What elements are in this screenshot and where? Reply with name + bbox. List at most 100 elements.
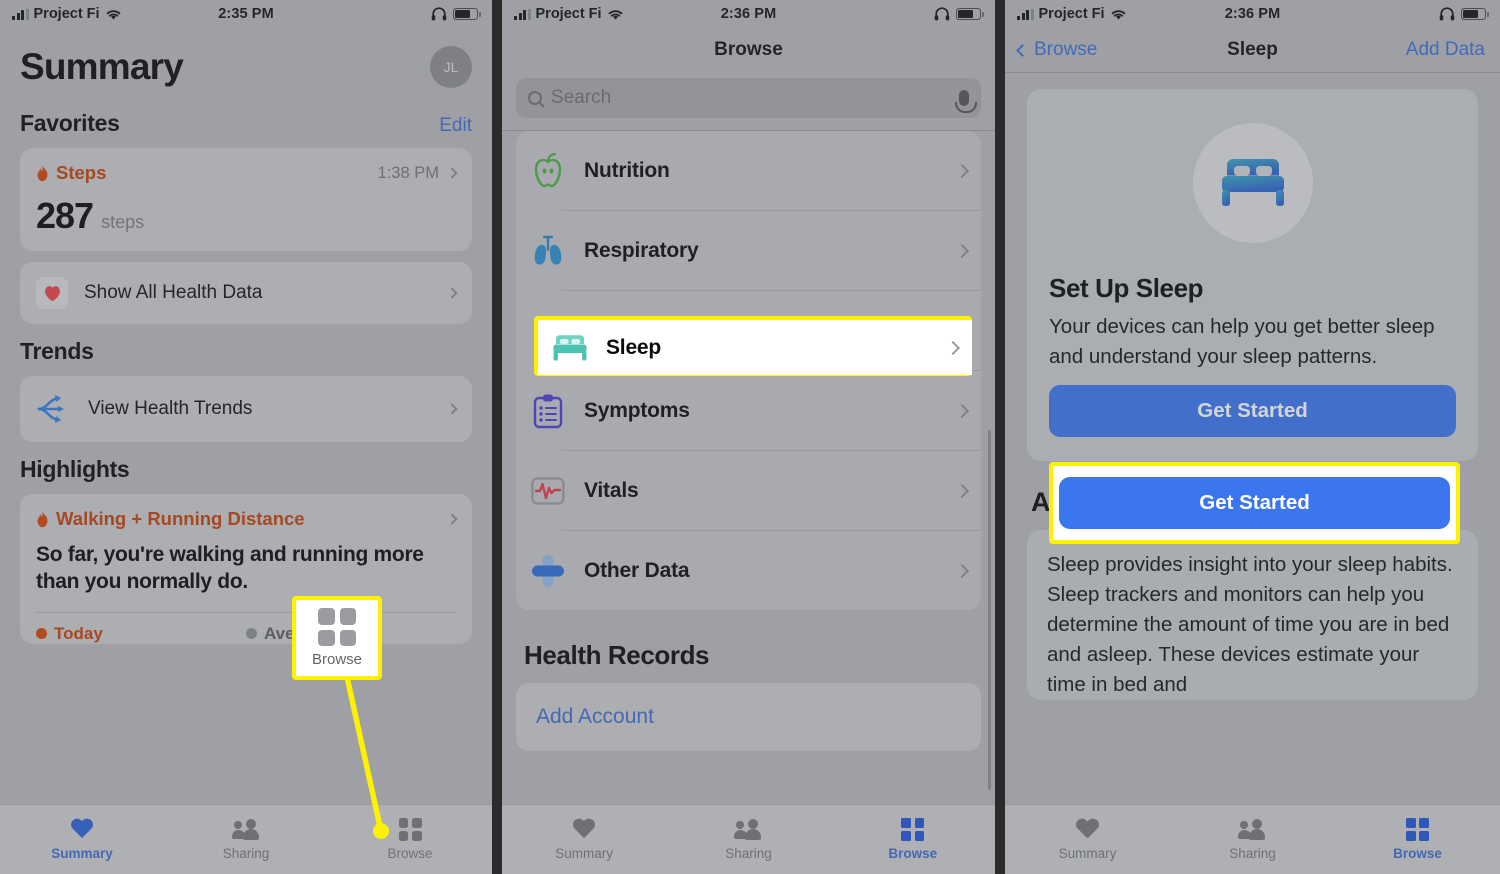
show-all-health-data-row[interactable]: Show All Health Data	[20, 262, 472, 324]
flame-icon	[37, 165, 48, 181]
heart-rate-monitor-icon	[531, 476, 565, 505]
list-item-other-data[interactable]: Other Data	[516, 531, 981, 610]
search-input[interactable]: Search	[516, 78, 981, 118]
apple-icon	[530, 152, 566, 189]
view-health-trends-label: View Health Trends	[88, 398, 253, 419]
tab-browse[interactable]: Browse	[1335, 818, 1500, 861]
highlights-title: Highlights	[20, 456, 130, 482]
trends-title: Trends	[20, 338, 94, 364]
set-up-sleep-heading: Set Up Sleep	[1049, 273, 1204, 303]
tab-sharing-label: Sharing	[222, 845, 270, 861]
people-icon	[1238, 818, 1266, 841]
tab-summary[interactable]: Summary	[0, 819, 164, 861]
people-icon	[733, 818, 762, 841]
headphones-icon	[431, 7, 447, 21]
clipboard-icon	[533, 394, 563, 428]
status-right	[431, 7, 481, 21]
nav-bar: Browse Sleep Add Data	[1005, 28, 1500, 72]
highlight-card[interactable]: Walking + Running Distance So far, you'r…	[20, 494, 472, 644]
chevron-right-icon	[954, 403, 970, 418]
tab-browse-label: Browse	[387, 846, 433, 861]
chevron-right-icon	[954, 243, 970, 258]
list-item-respiratory[interactable]: Respiratory	[516, 211, 981, 290]
tab-browse-label: Browse	[1393, 846, 1442, 861]
list-item-vitals[interactable]: Vitals	[516, 451, 981, 530]
sleep-hero-icon	[1192, 123, 1313, 243]
tab-summary-label: Summary	[555, 845, 614, 861]
lungs-icon	[534, 235, 562, 265]
highlighted-get-started-button[interactable]: Get Started	[1059, 477, 1450, 529]
chevron-right-icon	[954, 563, 970, 578]
tab-browse-label: Browse	[888, 846, 938, 861]
tab-sharing-label: Sharing	[725, 845, 772, 861]
highlight-legend: Today Average	[36, 613, 456, 644]
heart-icon	[572, 819, 596, 841]
legend-today: Today	[36, 624, 246, 644]
avatar[interactable]: JL	[430, 46, 472, 88]
highlighted-sleep-row[interactable]: Sleep	[538, 320, 972, 375]
back-button[interactable]: Browse	[1016, 39, 1097, 61]
list-item-symptoms[interactable]: Symptoms	[516, 371, 981, 450]
highlight-card-meta	[446, 513, 458, 525]
get-started-button[interactable]: Get Started	[1049, 385, 1456, 438]
chevron-right-icon	[446, 513, 458, 525]
tab-summary-label: Summary	[1058, 845, 1117, 861]
steps-value: 287	[36, 195, 94, 236]
panel-sleep: Project Fi 2:36 PM Browse Sleep Add Data…	[1005, 0, 1500, 874]
set-up-sleep-body: Your devices can help you get better sle…	[1049, 315, 1435, 368]
bed-icon	[552, 330, 588, 366]
people-icon	[231, 818, 260, 841]
microphone-icon[interactable]	[955, 90, 977, 113]
favorites-header: Favorites Edit	[20, 110, 472, 137]
view-health-trends-row[interactable]: View Health Trends	[20, 376, 472, 442]
steps-timestamp: 1:38 PM	[377, 163, 439, 182]
tab-browse[interactable]: Browse	[831, 818, 995, 861]
tab-summary[interactable]: Summary	[1005, 819, 1170, 861]
about-sleep-card: Sleep provides insight into your sleep h…	[1027, 530, 1478, 701]
summary-content: Summary JL Favorites Edit Steps 1:38 PM	[0, 28, 492, 644]
highlight-card-header: Walking + Running Distance	[36, 508, 458, 530]
steps-metric-name: Steps	[36, 162, 106, 184]
highlight-metric-name: Walking + Running Distance	[36, 508, 305, 530]
search-icon	[528, 91, 542, 105]
search-section: Search	[502, 72, 995, 130]
battery-icon	[1461, 7, 1489, 21]
steps-card-header: Steps 1:38 PM	[36, 162, 458, 184]
chevron-right-icon	[954, 483, 970, 498]
status-bar: Project Fi 2:36 PM	[1005, 0, 1500, 28]
apple-icon	[534, 152, 562, 187]
heart-icon	[1076, 819, 1100, 841]
tab-summary[interactable]: Summary	[502, 819, 666, 861]
browse-callout: Browse	[292, 596, 382, 680]
list-item-label: Nutrition	[584, 158, 670, 182]
legend-dot-average	[246, 628, 257, 640]
list-item-label: Symptoms	[584, 398, 690, 422]
edit-favorites-link[interactable]: Edit	[439, 115, 472, 137]
chevron-right-icon	[446, 287, 458, 299]
chevron-right-icon	[446, 403, 458, 415]
tab-bar: Summary Sharing Browse	[1005, 804, 1500, 874]
battery-icon	[956, 7, 984, 21]
add-data-button[interactable]: Add Data	[1406, 39, 1485, 61]
lungs-icon	[530, 233, 566, 269]
set-up-sleep-card: Set Up Sleep Your devices can help you g…	[1027, 89, 1478, 462]
highlight-body-text: So far, you're walking and running more …	[36, 543, 424, 593]
scrollbar[interactable]	[987, 430, 991, 790]
add-account-button[interactable]: Add Account	[516, 683, 981, 751]
steps-value-row: 287 steps	[36, 195, 456, 237]
heart-rate-monitor-icon	[530, 473, 566, 509]
panel-divider	[995, 0, 1005, 874]
list-item-nutrition[interactable]: Nutrition	[516, 131, 981, 210]
tab-browse[interactable]: Browse	[328, 818, 492, 861]
tab-sharing[interactable]: Sharing	[1170, 818, 1335, 861]
tab-sharing[interactable]: Sharing	[164, 818, 328, 861]
steps-card-meta: 1:38 PM	[377, 163, 458, 183]
show-all-health-data-label: Show All Health Data	[84, 282, 263, 303]
tab-sharing[interactable]: Sharing	[666, 818, 830, 861]
three-panel-screenshot: Project Fi 2:35 PM Summary JL Favorites …	[0, 0, 1500, 874]
steps-card[interactable]: Steps 1:38 PM 287 steps	[20, 148, 472, 251]
status-bar: Project Fi 2:35 PM	[0, 0, 492, 28]
tab-summary-label: Summary	[51, 845, 113, 861]
status-bar: Project Fi 2:36 PM	[502, 0, 995, 28]
about-sleep-body: Sleep provides insight into your sleep h…	[1047, 553, 1453, 697]
